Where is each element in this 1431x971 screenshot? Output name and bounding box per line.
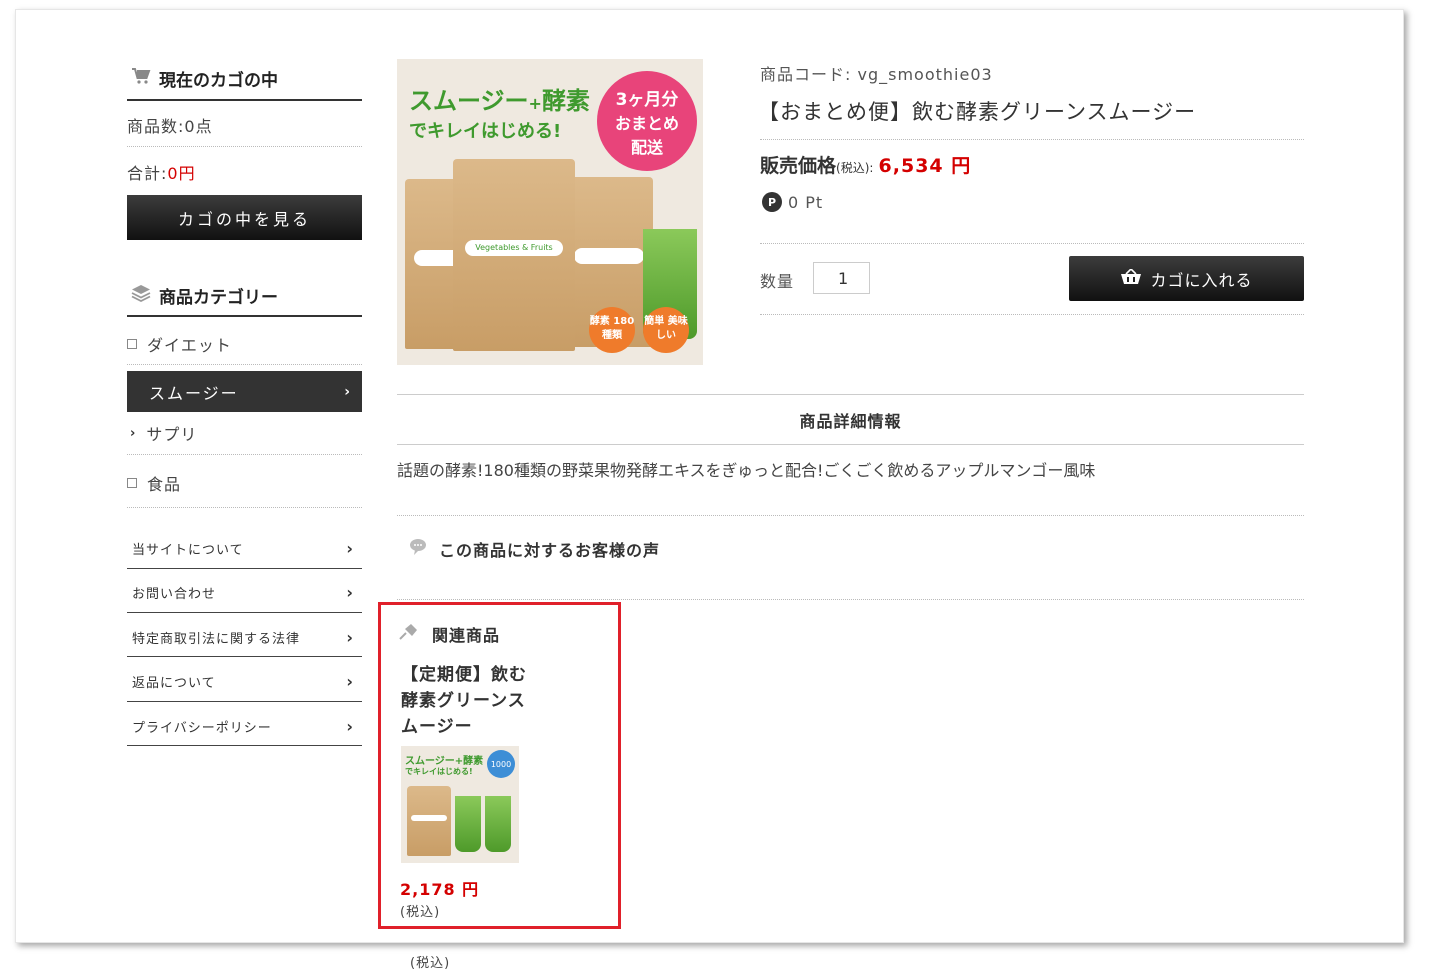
smoothie-glass — [455, 796, 481, 852]
add-to-cart-button[interactable]: カゴに入れる — [1069, 256, 1304, 301]
category-item-food[interactable]: 食品 — [127, 471, 181, 495]
related-item-tax-note: (税込) — [400, 905, 441, 920]
cart-heading-rule — [127, 99, 362, 101]
chevron-right-icon: › — [346, 716, 354, 736]
reviews-heading: この商品に対するお客様の声 — [409, 537, 660, 561]
package-image: Vegetables & Fruits — [453, 159, 575, 351]
divider — [127, 701, 362, 702]
related-title: 関連商品 — [432, 626, 501, 645]
sidebar-link-returns[interactable]: 返品について › — [127, 659, 362, 703]
image-subheadline: でキレイはじめる! — [409, 121, 562, 142]
chevron-right-icon: › — [346, 627, 354, 647]
divider — [127, 507, 362, 508]
category-item-smoothie[interactable]: スムージー › — [127, 371, 362, 412]
divider — [397, 444, 1304, 445]
link-label: プライバシーポリシー — [132, 720, 272, 736]
divider — [127, 146, 362, 147]
checkbox-icon — [127, 478, 137, 488]
divider — [760, 139, 1304, 140]
enzyme-badge: 酵素 180種類 — [589, 307, 635, 353]
divider — [127, 612, 362, 613]
divider — [397, 394, 1304, 395]
cart-count: 商品数:0点 — [127, 117, 213, 136]
speech-bubble-icon — [409, 538, 427, 560]
link-label: お問い合わせ — [132, 586, 217, 602]
cart-title: 現在のカゴの中 — [159, 71, 278, 91]
related-item-title[interactable]: 【定期便】飲む 酵素グリーンス ムージー — [401, 662, 527, 740]
divider — [127, 745, 362, 746]
details-heading: 商品詳細情報 — [799, 412, 902, 431]
divider — [760, 314, 1304, 315]
cart-total-label: 合計: — [127, 164, 168, 183]
divider — [127, 364, 362, 365]
category-label: ダイエット — [147, 336, 232, 355]
thumb-badge: 1000 — [487, 750, 515, 778]
price-tax-note: (税込): — [836, 161, 874, 175]
related-item-price: 2,178 円 — [400, 880, 480, 899]
layers-icon — [131, 284, 151, 307]
divider — [397, 515, 1304, 516]
package-image — [407, 786, 451, 856]
points-icon: P — [762, 192, 782, 212]
quantity-label: 数量 — [760, 272, 795, 291]
view-cart-button[interactable]: カゴの中を見る — [127, 195, 362, 240]
product-title: 【おまとめ便】飲む酵素グリーンスムージー — [758, 100, 1197, 124]
category-label: 食品 — [147, 475, 182, 494]
product-image[interactable]: スムージー+酵素 でキレイはじめる! 3ヶ月分 おまとめ 配送 Vegetabl… — [397, 59, 703, 365]
sidebar-link-privacy[interactable]: プライバシーポリシー › — [127, 704, 362, 748]
related-heading: 関連商品 — [398, 622, 500, 646]
bundle-burst-badge: 3ヶ月分 おまとめ 配送 — [597, 71, 697, 171]
category-item-supplement[interactable]: › サプリ — [130, 421, 197, 445]
divider — [397, 599, 1304, 600]
thumb-subheadline: でキレイはじめる! — [405, 767, 473, 776]
product-points: P 0 Pt — [762, 192, 823, 212]
chevron-right-icon: › — [130, 425, 137, 441]
category-heading-rule — [127, 315, 362, 317]
divider — [127, 454, 362, 455]
basket-icon — [1120, 267, 1142, 289]
chevron-right-icon: › — [346, 582, 354, 602]
category-title: 商品カテゴリー — [159, 288, 278, 308]
reviews-title: この商品に対するお客様の声 — [439, 541, 661, 560]
add-to-cart-label: カゴに入れる — [1150, 270, 1253, 290]
sidebar-link-about[interactable]: 当サイトについて › — [127, 526, 362, 570]
link-label: 返品について — [132, 675, 216, 691]
easy-badge: 簡単 美味しい — [643, 307, 689, 353]
thumb-headline: スムージー+酵素 — [405, 756, 484, 767]
image-headline: スムージー+酵素 — [409, 87, 590, 115]
cart-heading: 現在のカゴの中 — [131, 66, 278, 91]
pin-icon — [398, 623, 418, 645]
category-heading: 商品カテゴリー — [131, 283, 278, 308]
quantity-input[interactable] — [813, 262, 870, 294]
divider — [127, 568, 362, 569]
price-label: 販売価格 — [760, 155, 837, 177]
divider — [127, 656, 362, 657]
link-label: 特定商取引法に関する法律 — [132, 631, 301, 647]
category-label: スムージー — [149, 383, 239, 403]
cart-total: 合計:0円 — [127, 160, 196, 184]
divider — [760, 243, 1304, 244]
link-label: 当サイトについて — [132, 542, 244, 558]
chevron-right-icon: › — [344, 383, 350, 400]
cart-icon — [131, 67, 151, 90]
smoothie-glass — [485, 796, 511, 852]
product-description: 話題の酵素!180種類の野菜果物発酵エキスをぎゅっと配合!ごくごく飲めるアップル… — [397, 461, 1096, 480]
cart-total-value: 0円 — [167, 164, 196, 183]
chevron-right-icon: › — [346, 671, 354, 691]
product-code-value: vg_smoothie03 — [857, 65, 993, 84]
product-code: 商品コード: vg_smoothie03 — [760, 61, 993, 85]
sidebar-link-law[interactable]: 特定商取引法に関する法律 › — [127, 615, 362, 659]
checkbox-icon — [127, 339, 137, 349]
points-value: 0 Pt — [788, 192, 824, 212]
chevron-right-icon: › — [346, 538, 354, 558]
tax-note: (税込) — [410, 956, 451, 971]
related-item-thumbnail[interactable]: スムージー+酵素 でキレイはじめる! 1000 — [401, 746, 519, 863]
product-code-label: 商品コード: — [760, 65, 852, 84]
price-value: 6,534 円 — [878, 155, 972, 177]
category-item-diet[interactable]: ダイエット — [127, 332, 232, 356]
sidebar-link-contact[interactable]: お問い合わせ › — [127, 570, 362, 614]
category-label: サプリ — [146, 425, 198, 444]
product-price: 販売価格(税込): 6,534 円 — [760, 151, 971, 178]
